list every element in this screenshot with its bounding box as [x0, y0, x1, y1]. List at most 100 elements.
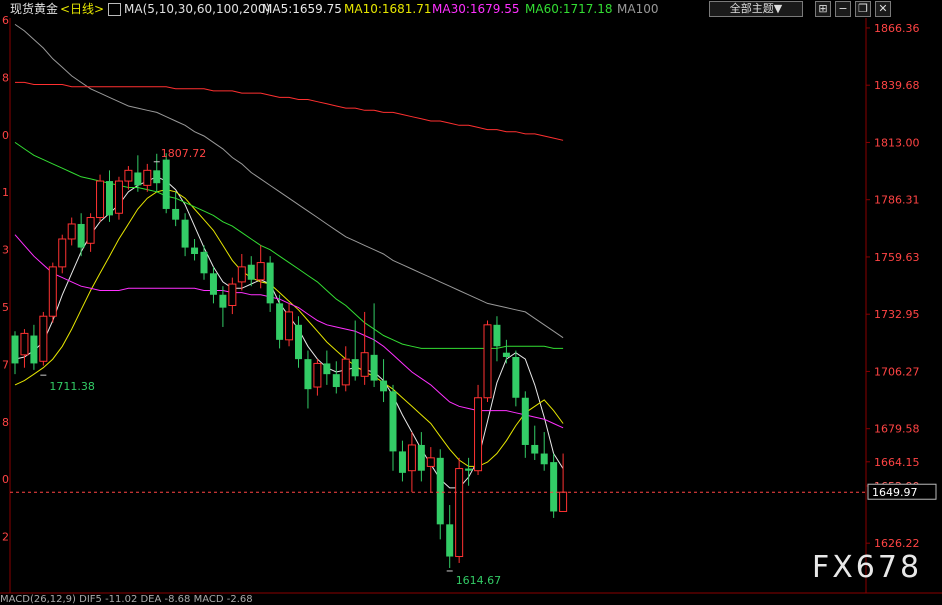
period-label[interactable]: <日线> — [60, 0, 104, 18]
price-tick-label: 1786.31 — [874, 194, 920, 207]
candle-body — [351, 359, 359, 377]
candle-body — [455, 468, 464, 558]
left-axis-label: 5 — [2, 301, 9, 314]
ma30-value: MA30:1679.55 — [432, 2, 520, 16]
candle-body — [540, 453, 548, 465]
candle-body — [219, 294, 227, 308]
price-tick-label: 1706.27 — [874, 365, 920, 378]
macd-indicator-bar: MACD(26,12,9) DIF5 -11.02 DEA -8.68 MACD… — [0, 594, 253, 605]
candle-body — [295, 324, 302, 360]
candle-body — [360, 352, 369, 377]
candle-body — [48, 266, 57, 317]
instrument-title: 现货黄金 — [10, 2, 59, 16]
candle-body — [407, 444, 416, 472]
ma-spec: MA(5,10,30,60,100,200) — [124, 2, 271, 16]
candle-body — [380, 380, 388, 392]
candle-body — [191, 247, 199, 255]
candlestick-chart: 1866.36 1839.68 1813.00 1786.31 1759.63 1732.… — [0, 14, 942, 594]
left-axis-label: 8 — [2, 71, 9, 84]
candle-body — [114, 180, 123, 214]
candle-body — [143, 169, 152, 186]
left-axis-label: 1 — [2, 186, 9, 199]
left-axis-label: 7 — [2, 358, 9, 371]
candle-body — [426, 457, 435, 467]
candle-body — [332, 374, 340, 388]
candle-body — [436, 457, 444, 525]
price-tick-label: 1866.36 — [874, 22, 920, 35]
candle-body — [550, 462, 558, 512]
candle-body — [11, 335, 19, 364]
candle-body — [86, 217, 95, 244]
low-annotation: 1614.67 — [456, 574, 502, 587]
candle-body — [209, 273, 217, 295]
candle-body — [493, 324, 501, 347]
candle-body — [531, 444, 539, 454]
left-axis-label: 0 — [2, 473, 9, 486]
price-tick-label: 1732.95 — [874, 308, 920, 321]
left-axis-label: 2 — [2, 531, 9, 544]
candle-body — [483, 324, 492, 399]
candle-body — [20, 332, 29, 356]
minus-icon[interactable]: − — [835, 1, 851, 17]
candle-body — [181, 219, 189, 248]
candle-body — [172, 208, 180, 220]
close-icon[interactable]: ✕ — [875, 1, 891, 17]
price-tick-label: 1759.63 — [874, 251, 920, 264]
candle-body — [256, 262, 265, 281]
candle-body — [96, 180, 105, 219]
candle-body — [237, 266, 246, 283]
candle-body — [77, 223, 85, 248]
ma60-value: MA60:1717.18 — [525, 2, 613, 16]
square-icon[interactable] — [108, 3, 121, 16]
candle-body — [58, 238, 67, 268]
candle-body — [276, 303, 284, 340]
candle-body — [559, 491, 568, 512]
price-tick-label: 1839.68 — [874, 79, 920, 92]
candle-body — [67, 223, 76, 240]
candle-body — [313, 362, 322, 388]
grid-icon[interactable]: ⊞ — [815, 1, 831, 17]
price-tick-label: 1664.15 — [874, 456, 920, 469]
candle-body — [124, 169, 133, 182]
candle-body — [370, 354, 378, 381]
candle-body — [398, 451, 406, 473]
candle-body — [162, 159, 170, 209]
ma100-value: MA100 — [617, 2, 659, 16]
theme-select[interactable]: 全部主题▼ — [709, 1, 803, 17]
candle-body — [465, 468, 473, 471]
window-icon[interactable]: ❐ — [855, 1, 871, 17]
candle-body — [521, 397, 529, 445]
candle-body — [389, 391, 397, 452]
candle-body — [474, 397, 483, 472]
candle-body — [502, 352, 510, 357]
ma5-value: MA5:1659.75 — [262, 2, 342, 16]
chevron-down-icon: ▼ — [773, 2, 783, 15]
low-left-annotation: 1711.38 — [49, 380, 95, 393]
candle-body — [106, 181, 113, 216]
price-tick-label: 1626.22 — [874, 537, 920, 550]
candle-body — [153, 170, 161, 184]
candle-body — [266, 262, 274, 304]
candle-body — [323, 363, 331, 375]
price-tick-label: 1813.00 — [874, 136, 920, 149]
candle-body — [247, 264, 255, 280]
candle-body — [134, 172, 142, 186]
candle-body — [39, 315, 48, 362]
watermark: FX678 — [812, 550, 923, 585]
left-axis-label: 0 — [2, 129, 9, 142]
candle-body — [304, 359, 312, 390]
candle-body — [512, 356, 520, 398]
high-annotation: 1807.72 — [161, 147, 207, 160]
candle-body — [285, 311, 294, 341]
ma10-value: MA10:1681.71 — [344, 2, 432, 16]
candle-body — [341, 358, 350, 386]
candle-body — [200, 251, 208, 274]
theme-select-label: 全部主题 — [729, 2, 774, 15]
candle-body — [446, 524, 454, 557]
candle-body — [417, 444, 425, 471]
left-axis-label: 3 — [2, 244, 9, 257]
candle-body — [228, 283, 237, 306]
current-price-label: 1649.97 — [872, 486, 918, 499]
ma-line-ma200 — [15, 81, 564, 141]
candle-body — [30, 335, 38, 364]
